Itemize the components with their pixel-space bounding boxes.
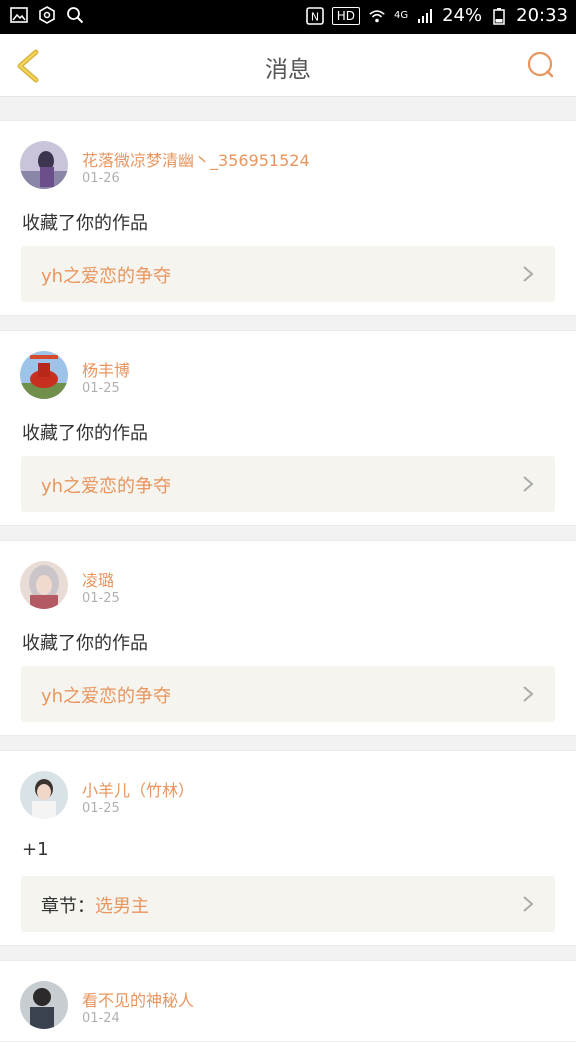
message-card: 看不见的神秘人 01-24 (0, 960, 576, 1042)
avatar[interactable] (20, 771, 68, 819)
chevron-right-icon (523, 896, 534, 912)
message-card: 花落微凉梦清幽丶_356951524 01-26 收藏了你的作品 yh之爱恋的争… (0, 120, 576, 316)
chapter-prefix: 章节： (41, 896, 95, 917)
status-left-icons (10, 6, 84, 24)
chevron-right-icon (523, 686, 534, 702)
avatar[interactable] (20, 981, 68, 1029)
message-content: +1 (22, 839, 49, 860)
work-title: yh之爱恋的争夺 (41, 682, 171, 708)
message-content: 收藏了你的作品 (22, 423, 148, 444)
search-icon[interactable] (524, 48, 558, 82)
hd-badge: HD (331, 7, 360, 25)
search-status-icon (67, 7, 84, 24)
chapter-name: 选男主 (95, 896, 149, 917)
work-link[interactable]: yh之爱恋的争夺 (21, 246, 555, 302)
sender-name[interactable]: 小羊儿（竹林） (82, 777, 194, 801)
work-name: yh之爱恋的争夺 (41, 476, 172, 497)
work-link[interactable]: yh之爱恋的争夺 (21, 456, 555, 512)
avatar[interactable] (20, 561, 68, 609)
work-name: yh之爱恋的争夺 (41, 686, 172, 707)
sender-name[interactable]: 杨丰博 (82, 357, 130, 381)
svg-text:N: N (311, 11, 319, 24)
network-type: 4G (393, 10, 409, 21)
chevron-right-icon (523, 476, 534, 492)
chapter-link[interactable]: 章节：选男主 (21, 876, 555, 932)
message-date: 01-26 (82, 171, 120, 186)
gallery-icon (10, 7, 28, 23)
avatar[interactable] (20, 351, 68, 399)
work-title: yh之爱恋的争夺 (41, 262, 171, 288)
avatar[interactable] (20, 141, 68, 189)
sender-name[interactable]: 凌璐 (82, 567, 114, 591)
chevron-right-icon (523, 266, 534, 282)
work-link[interactable]: yh之爱恋的争夺 (21, 666, 555, 722)
message-date: 01-25 (82, 591, 120, 606)
work-title: 章节：选男主 (41, 892, 149, 918)
settings-icon (39, 6, 55, 24)
sender-name[interactable]: 花落微凉梦清幽丶_356951524 (82, 147, 310, 171)
page-title: 消息 (265, 57, 311, 83)
status-right-icons: N HD 4G 24% 20:33 (305, 5, 568, 27)
status-bar: N HD 4G 24% 20:33 (0, 0, 576, 34)
clock: 20:33 (516, 5, 568, 26)
message-content: 收藏了你的作品 (22, 213, 148, 234)
top-nav-bar: 消息 (0, 34, 576, 97)
nfc-icon: N (305, 7, 324, 25)
signal-icon (418, 9, 433, 23)
wifi-icon (369, 10, 385, 23)
battery-percent: 24% (442, 5, 483, 26)
message-list: 花落微凉梦清幽丶_356951524 01-26 收藏了你的作品 yh之爱恋的争… (0, 106, 576, 1042)
message-card: 小羊儿（竹林） 01-25 +1 章节：选男主 (0, 750, 576, 946)
work-name: yh之爱恋的争夺 (41, 266, 172, 287)
sender-name[interactable]: 看不见的神秘人 (82, 987, 194, 1011)
work-title: yh之爱恋的争夺 (41, 472, 171, 498)
message-content: 收藏了你的作品 (22, 633, 148, 654)
message-card: 杨丰博 01-25 收藏了你的作品 yh之爱恋的争夺 (0, 330, 576, 526)
message-card: 凌璐 01-25 收藏了你的作品 yh之爱恋的争夺 (0, 540, 576, 736)
message-date: 01-25 (82, 381, 120, 396)
battery-icon (493, 8, 505, 25)
message-date: 01-25 (82, 801, 120, 816)
